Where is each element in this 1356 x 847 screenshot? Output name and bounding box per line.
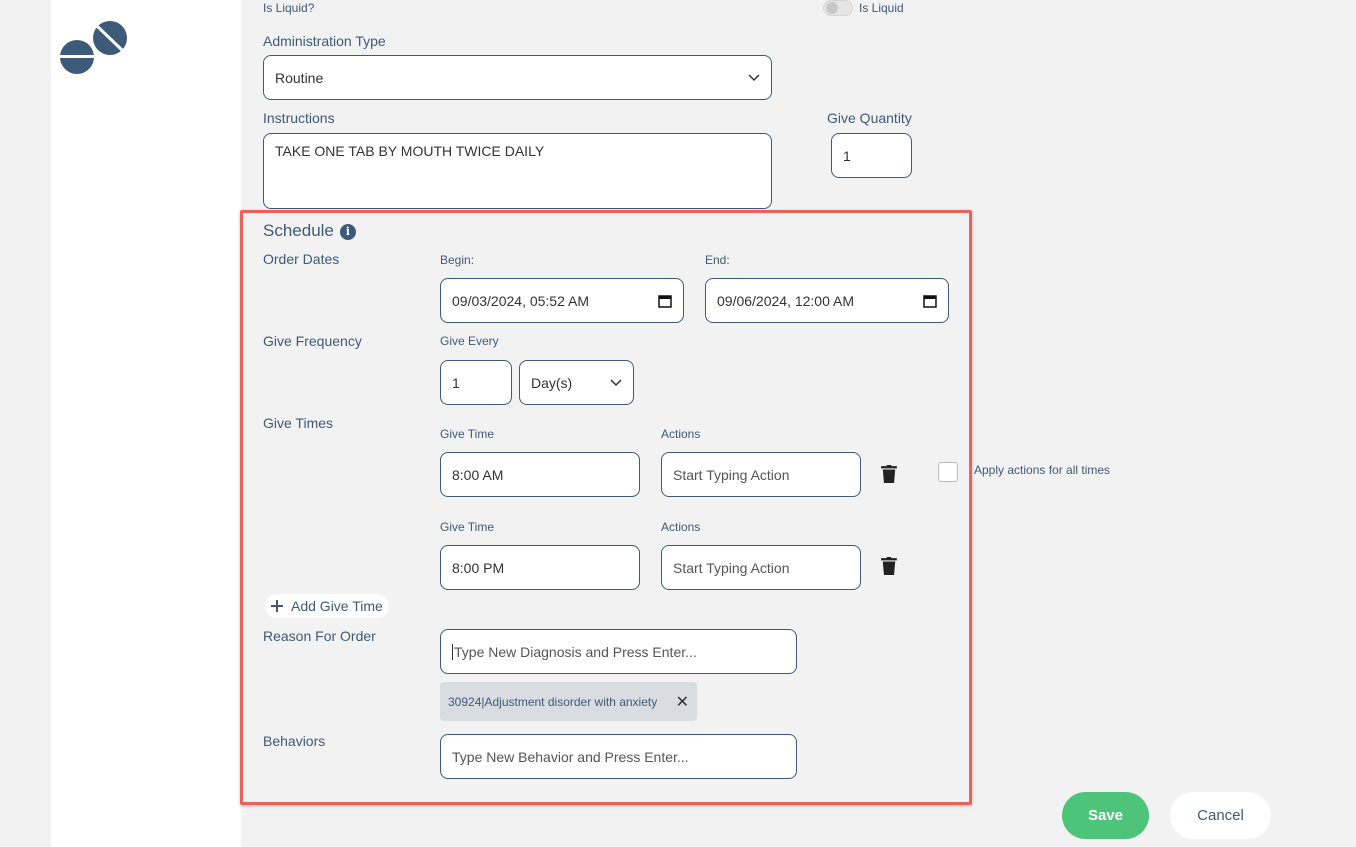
trash-icon[interactable]	[881, 465, 897, 483]
diagnosis-placeholder: Type New Diagnosis and Press Enter...	[452, 643, 785, 660]
begin-date-value: 09/03/2024, 05:52 AM	[452, 292, 589, 309]
diagnosis-chip-label: 30924|Adjustment disorder with anxiety	[448, 694, 658, 709]
is-liquid-toggle[interactable]	[823, 0, 853, 16]
actions-label: Actions	[661, 520, 701, 534]
actions-placeholder: Start Typing Action	[673, 559, 790, 576]
chevron-down-icon	[748, 73, 760, 81]
begin-label: Begin:	[440, 253, 475, 267]
actions-label: Actions	[661, 427, 701, 441]
behavior-placeholder: Type New Behavior and Press Enter...	[452, 748, 689, 765]
schedule-heading: Schedule i	[263, 221, 356, 241]
give-time-value: 8:00 PM	[452, 559, 505, 576]
behaviors-label: Behaviors	[263, 733, 326, 749]
save-button[interactable]: Save	[1062, 792, 1149, 839]
schedule-title: Schedule	[263, 221, 334, 240]
actions-input[interactable]: Start Typing Action	[661, 545, 861, 590]
calendar-icon[interactable]	[658, 294, 672, 308]
give-frequency-label: Give Frequency	[263, 333, 362, 349]
give-times-label: Give Times	[263, 415, 334, 431]
administration-type-label: Administration Type	[263, 33, 386, 49]
reason-for-order-label: Reason For Order	[263, 628, 376, 644]
give-every-value: 1	[452, 374, 460, 391]
sidebar	[51, 0, 241, 847]
give-time-label: Give Time	[440, 427, 495, 441]
instructions-label: Instructions	[263, 110, 335, 126]
give-time-input[interactable]: 8:00 PM	[440, 545, 640, 590]
pills-logo-icon	[59, 21, 127, 74]
apply-all-checkbox[interactable]	[938, 462, 958, 482]
give-time-value: 8:00 AM	[452, 466, 504, 483]
apply-all-label: Apply actions for all times	[974, 463, 1111, 477]
cancel-button[interactable]: Cancel	[1170, 792, 1271, 839]
give-quantity-label: Give Quantity	[827, 110, 912, 126]
actions-input[interactable]: Start Typing Action	[661, 452, 861, 497]
frequency-unit-select[interactable]: Day(s)	[519, 360, 634, 405]
diagnosis-input[interactable]: Type New Diagnosis and Press Enter...	[440, 629, 797, 674]
add-give-time-label: Add Give Time	[291, 598, 383, 614]
behavior-input[interactable]: Type New Behavior and Press Enter...	[440, 734, 797, 779]
instructions-textarea[interactable]: TAKE ONE TAB BY MOUTH TWICE DAILY	[263, 133, 772, 209]
is-liquid-toggle-label: Is Liquid	[859, 1, 904, 15]
begin-date-input[interactable]: 09/03/2024, 05:52 AM	[440, 278, 684, 323]
give-time-label: Give Time	[440, 520, 495, 534]
give-quantity-input[interactable]: 1	[831, 133, 912, 178]
add-give-time-button[interactable]: Add Give Time	[265, 594, 389, 618]
administration-type-select[interactable]: Routine	[263, 55, 772, 100]
end-date-value: 09/06/2024, 12:00 AM	[717, 292, 854, 309]
left-gutter	[0, 0, 51, 847]
calendar-icon[interactable]	[923, 294, 937, 308]
give-every-input[interactable]: 1	[440, 360, 512, 405]
give-quantity-value: 1	[843, 147, 851, 164]
end-date-input[interactable]: 09/06/2024, 12:00 AM	[705, 278, 949, 323]
plus-icon	[271, 600, 283, 612]
administration-type-value: Routine	[275, 69, 324, 86]
trash-icon[interactable]	[881, 557, 897, 575]
toggle-knob	[826, 2, 838, 14]
order-dates-label: Order Dates	[263, 251, 340, 267]
give-every-label: Give Every	[440, 334, 499, 348]
info-icon[interactable]: i	[339, 223, 356, 240]
remove-chip-icon[interactable]: ✕	[676, 692, 689, 712]
end-label: End:	[705, 253, 730, 267]
diagnosis-chip: 30924|Adjustment disorder with anxiety ✕	[440, 682, 697, 721]
give-time-input[interactable]: 8:00 AM	[440, 452, 640, 497]
frequency-unit-value: Day(s)	[531, 374, 573, 391]
actions-placeholder: Start Typing Action	[673, 466, 790, 483]
is-liquid-label: Is Liquid?	[263, 1, 315, 15]
instructions-value: TAKE ONE TAB BY MOUTH TWICE DAILY	[275, 143, 545, 159]
chevron-down-icon	[610, 378, 622, 386]
